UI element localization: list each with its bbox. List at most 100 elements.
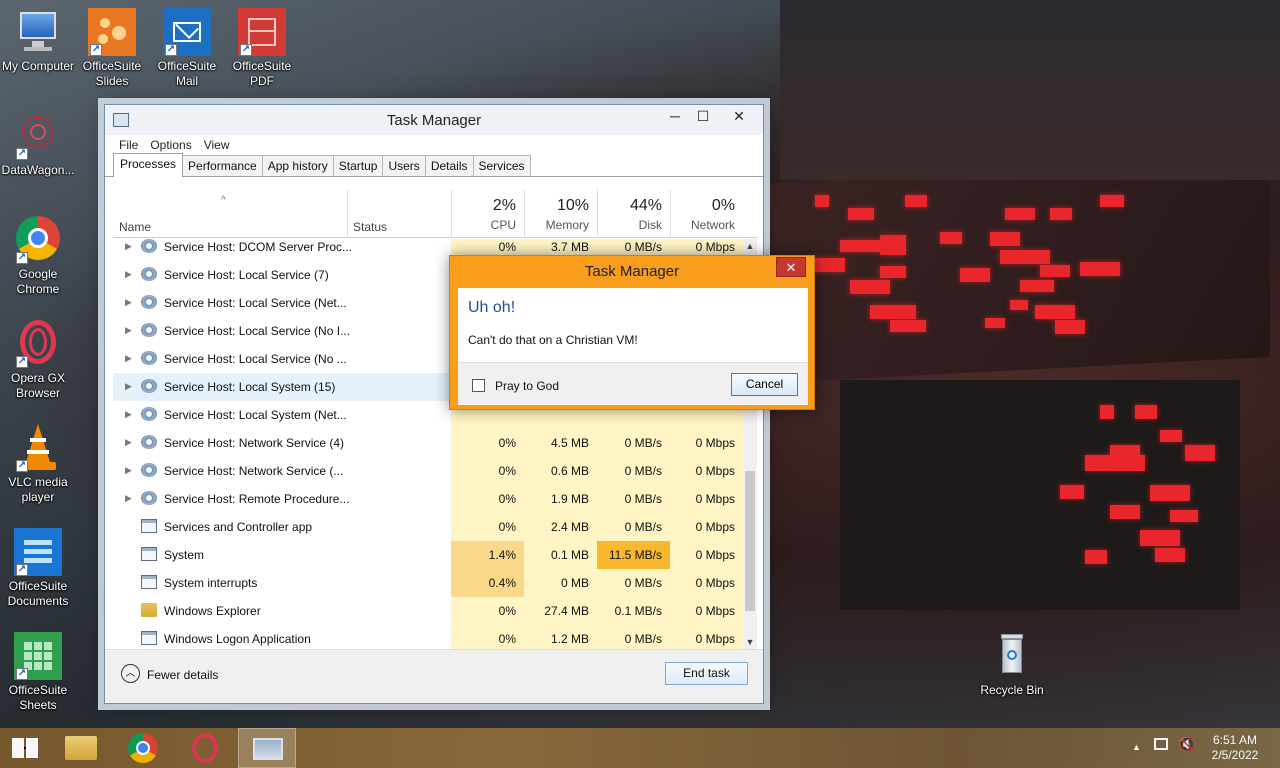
cancel-button[interactable]: Cancel [731,373,798,396]
expand-chevron-icon[interactable]: ▶ [125,493,132,504]
disk-label: Disk [638,218,662,232]
title-bar[interactable]: Task Manager ─ ☐ ✕ [105,105,763,135]
tab-users[interactable]: Users [382,155,426,176]
chevron-up-circle-icon[interactable]: ︿ [121,664,140,683]
column-memory[interactable]: 10% Memory [524,190,597,238]
process-name: Service Host: Local System (15) [164,380,336,394]
tab-strip: Processes Performance App history Startu… [105,153,763,177]
redstone-fleck [890,320,926,332]
dialog-close-button[interactable]: ✕ [776,257,806,277]
redstone-fleck [1005,208,1035,220]
desktop-icon-officesuite-sheets[interactable]: ↗ OfficeSuite Sheets [0,632,76,713]
scroll-up-icon[interactable]: ▲ [743,239,757,253]
taskbar-file-explorer[interactable] [52,728,110,768]
close-button[interactable]: ✕ [721,105,757,127]
process-memory: 27.4 MB [524,597,597,625]
service-gear-icon [141,267,157,281]
checkbox-label[interactable]: Pray to God [495,379,559,393]
service-gear-icon [141,491,157,505]
expand-chevron-icon[interactable]: ▶ [125,381,132,392]
expand-chevron-icon[interactable]: ▶ [125,241,132,252]
fewer-details-link[interactable]: Fewer details [147,668,218,682]
tab-performance[interactable]: Performance [182,155,263,176]
wallpaper-block-upper [770,156,1270,384]
column-cpu[interactable]: 2% CPU [451,190,524,238]
process-network: 0 Mbps [670,597,743,625]
shortcut-arrow-icon: ↗ [16,356,28,368]
expand-chevron-icon[interactable]: ▶ [125,409,132,420]
process-disk: 11.5 MB/s [597,541,670,569]
desktop-icon-officesuite-pdf[interactable]: ↗ OfficeSuite PDF [224,8,300,89]
desktop-icon-opera-gx[interactable]: ↗ Opera GX Browser [0,320,76,401]
column-disk[interactable]: 44% Disk [597,190,670,238]
network-label: Network [690,218,735,232]
maximize-button[interactable]: ☐ [689,105,717,127]
desktop-icon-officesuite-slides[interactable]: ↗ OfficeSuite Slides [74,8,150,89]
chrome-icon: ↗ [14,216,62,264]
tab-app-history[interactable]: App history [261,155,334,176]
sort-up-icon: ^ [221,195,226,206]
shortcut-arrow-icon: ↗ [240,44,252,56]
menu-options[interactable]: Options [150,135,191,155]
end-task-button[interactable]: End task [665,662,748,685]
start-button[interactable] [0,728,50,768]
volume-muted-icon[interactable]: 🔇 [1178,736,1195,753]
taskbar-chrome[interactable] [114,728,172,768]
expand-chevron-icon[interactable]: ▶ [125,325,132,336]
process-row[interactable]: System interrupts 0.4% 0 MB 0 MB/s 0 Mbps [113,569,743,597]
column-status[interactable]: Status [353,220,387,234]
process-row[interactable]: Windows Logon Application 0% 1.2 MB 0 MB/s 0… [113,625,743,649]
column-network[interactable]: 0% Network [670,190,743,238]
desktop-icon-vlc[interactable]: ↗ VLC media player [0,424,76,505]
shortcut-arrow-icon: ↗ [16,564,28,576]
expand-chevron-icon[interactable]: ▶ [125,353,132,364]
process-row[interactable]: ▶ Service Host: Network Service (... 0% 0.6… [113,457,743,485]
desktop-icon-datawagon[interactable]: ↗ DataWagon... [0,112,76,178]
desktop-icon-label: DataWagon... [1,163,75,177]
tab-details[interactable]: Details [424,155,474,176]
expand-chevron-icon[interactable]: ▶ [125,269,132,280]
network-icon[interactable] [1154,738,1168,750]
process-memory: 4.5 MB [524,429,597,457]
service-gear-icon [141,463,157,477]
expand-chevron-icon[interactable]: ▶ [125,297,132,308]
logo-pane [26,749,38,758]
column-header: ^ Name Status 2% CPU 10% Memory 44% Disk… [113,190,757,238]
redstone-fleck [840,240,880,252]
desktop-icon-officesuite-mail[interactable]: ↗ OfficeSuite Mail [149,8,225,89]
expand-chevron-icon[interactable]: ▶ [125,437,132,448]
taskbar-task-manager[interactable] [238,728,296,768]
taskbar-opera[interactable] [176,728,234,768]
tab-processes[interactable]: Processes [113,153,184,177]
scroll-down-icon[interactable]: ▼ [743,635,757,649]
officesuite-pdf-icon: ↗ [238,8,286,56]
process-row[interactable]: Services and Controller app 0% 2.4 MB 0 MB/… [113,513,743,541]
process-name: Service Host: DCOM Server Proc... [164,240,353,254]
task-manager-icon [253,738,283,760]
desktop-icon-officesuite-documents[interactable]: ↗ OfficeSuite Documents [0,528,76,609]
menu-file[interactable]: File [119,135,138,155]
minimize-button[interactable]: ─ [661,105,689,127]
show-hidden-icons-icon[interactable]: ▲ [1132,742,1141,752]
tab-startup[interactable]: Startup [332,155,384,176]
expand-chevron-icon[interactable]: ▶ [125,465,132,476]
process-memory: 0.1 MB [524,541,597,569]
desktop-icon-label: OfficeSuite PDF [232,59,292,88]
scroll-thumb[interactable] [745,471,755,611]
process-row[interactable]: System 1.4% 0.1 MB 11.5 MB/s 0 Mbps [113,541,743,569]
desktop-icon-my-computer[interactable]: My Computer [0,8,76,74]
menu-view[interactable]: View [204,135,230,155]
desktop-icon-recycle-bin[interactable]: Recycle Bin [974,632,1050,698]
desktop-icon-google-chrome[interactable]: ↗ Google Chrome [0,216,76,297]
process-row[interactable]: Windows Explorer 0% 27.4 MB 0.1 MB/s 0 Mbps [113,597,743,625]
process-memory: 1.2 MB [524,625,597,649]
process-row[interactable]: ▶ Service Host: Network Service (4) 0% 4.5 … [113,429,743,457]
system-clock[interactable]: 6:51 AM 2/5/2022 [1203,733,1267,763]
menu-bar: File Options View [105,135,763,155]
process-cpu: 0% [451,429,524,457]
redstone-fleck [880,266,906,278]
tab-services[interactable]: Services [472,155,531,176]
pray-to-god-checkbox[interactable] [472,379,485,392]
process-row[interactable]: ▶ Service Host: Remote Procedure... 0% 1.9 … [113,485,743,513]
column-name[interactable]: Name [119,220,151,234]
